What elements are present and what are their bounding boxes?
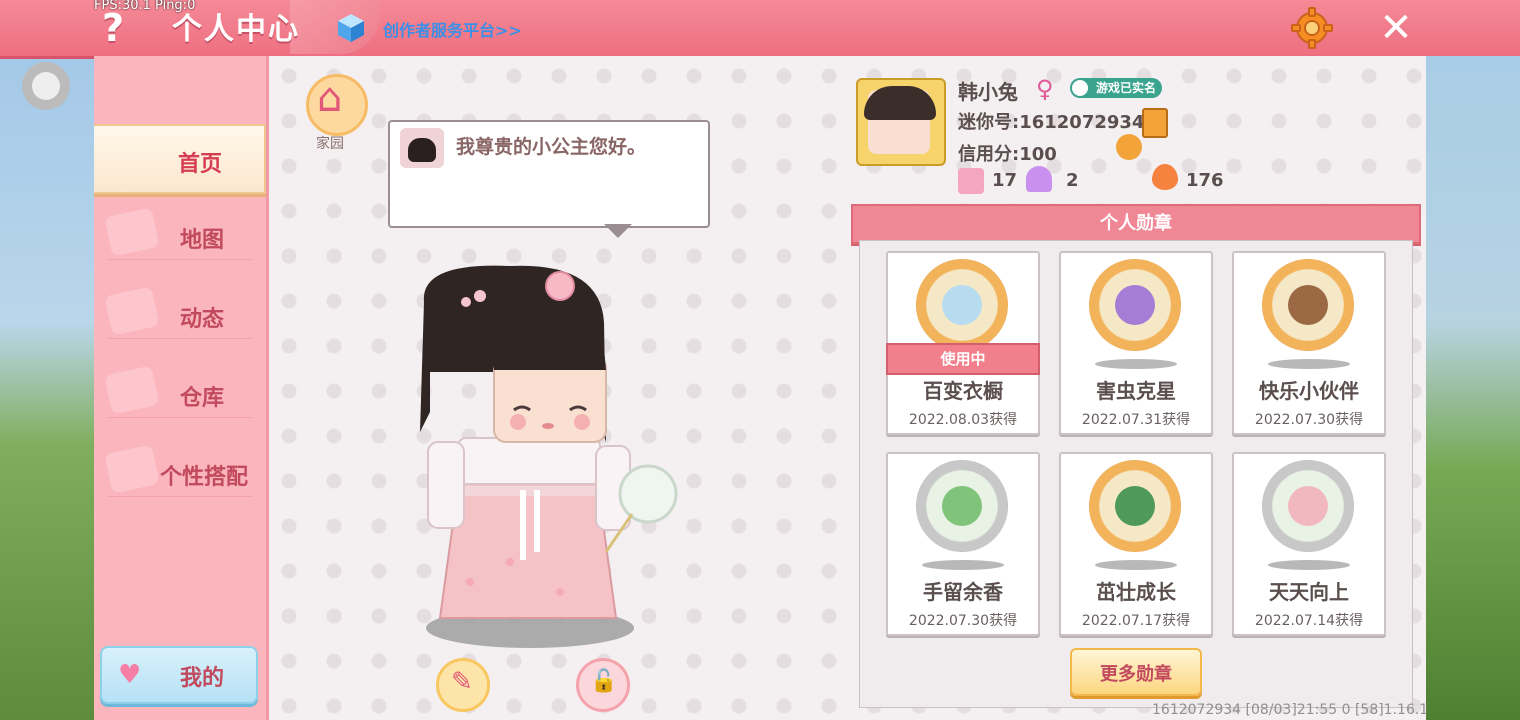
medal-shadow: [1268, 359, 1350, 369]
divider: [108, 338, 252, 339]
build-info: 1612072934 [08/03]21:55 0 [58]1.16.1: [1152, 702, 1429, 718]
calendar-medal-icon: [1262, 460, 1354, 552]
medal-name: 手留余香: [923, 580, 1003, 604]
record-icon[interactable]: [22, 62, 70, 110]
gear-icon[interactable]: [1290, 6, 1334, 50]
sidebar-item-label: 动态: [179, 307, 224, 332]
medal-card[interactable]: 使用中 百变衣橱 2022.08.03获得: [886, 251, 1040, 435]
growth-medal-icon: [1089, 460, 1181, 552]
medal-date: 2022.07.17获得: [1081, 613, 1191, 629]
star-badge-icon: [958, 168, 984, 194]
sidebar-item-label: 首页: [177, 152, 222, 177]
medal-card[interactable]: 茁壮成长 2022.07.17获得: [1059, 452, 1213, 636]
fire-icon: [1152, 164, 1178, 190]
profile-avatar[interactable]: [856, 78, 946, 166]
medal-shadow: [1268, 560, 1350, 570]
medal-date: 2022.07.30获得: [1254, 412, 1364, 428]
mine-button-label: 我的: [180, 666, 225, 691]
medal-name: 天天向上: [1269, 580, 1349, 604]
fps-readout: FPS:30.1 Ping:0: [94, 0, 196, 13]
pest-medal-icon: [1089, 259, 1181, 351]
medal-card[interactable]: 害虫克星 2022.07.31获得: [1059, 251, 1213, 435]
npc-avatar-icon: [400, 128, 444, 168]
divider: [108, 496, 252, 497]
medal-name: 快乐小伙伴: [1259, 379, 1359, 403]
medal-shadow: [1095, 560, 1177, 570]
stat-value: 2: [1066, 170, 1079, 191]
outfit-icon: [104, 444, 160, 494]
divider: [108, 259, 252, 260]
home-label: 家园: [316, 136, 344, 152]
medal-date: 2022.07.30获得: [908, 613, 1018, 629]
person-icon[interactable]: [1116, 134, 1142, 160]
credit-score: 信用分:100: [958, 144, 1057, 165]
stat-value: 17: [992, 170, 1018, 191]
sidebar-item-home[interactable]: 首页: [94, 124, 266, 194]
more-medals-button[interactable]: 更多勋章: [1070, 648, 1202, 696]
medal-shadow: [922, 560, 1004, 570]
cube-icon[interactable]: [336, 12, 366, 44]
home-icon[interactable]: [306, 74, 368, 136]
in-use-badge: 使用中: [886, 343, 1040, 375]
character-avatar[interactable]: [410, 262, 680, 650]
medal-name: 害虫克星: [1096, 379, 1176, 403]
medal-card[interactable]: 快乐小伙伴 2022.07.30获得: [1232, 251, 1386, 435]
fragrance-medal-icon: [916, 460, 1008, 552]
bell-icon: [104, 286, 160, 336]
divider: [108, 417, 252, 418]
mini-id: 迷你号:1612072934: [958, 112, 1145, 133]
medal-card[interactable]: 手留余香 2022.07.30获得: [886, 452, 1040, 636]
title-decoration: [290, 0, 380, 54]
avatar-hair: [864, 86, 936, 120]
medal-name: 茁壮成长: [1096, 580, 1176, 604]
map-icon: [104, 207, 160, 257]
edit-button[interactable]: [436, 658, 490, 712]
mine-button[interactable]: ♥ 我的: [100, 646, 258, 704]
friends-medal-icon: [1262, 259, 1354, 351]
medal-section-title: 个人勋章: [1100, 213, 1172, 234]
cheer-icon: [1026, 166, 1052, 192]
wardrobe-medal-icon: [916, 259, 1008, 351]
close-icon[interactable]: ✕: [1376, 8, 1416, 48]
medal-card[interactable]: 天天向上 2022.07.14获得: [1232, 452, 1386, 636]
stat-value: 176: [1186, 170, 1224, 191]
sidebar: 首页 地图 动态 仓库 个性搭配: [94, 56, 269, 720]
speech-bubble-tail: [604, 224, 632, 238]
unlock-button[interactable]: [576, 658, 630, 712]
box-icon: [104, 365, 160, 415]
background-scenery: [1426, 56, 1520, 720]
more-medals-label: 更多勋章: [1100, 664, 1172, 685]
heart-icon: ♥: [118, 660, 142, 690]
person-check-icon: [1072, 80, 1088, 96]
medal-section-header: 个人勋章: [851, 204, 1421, 244]
sidebar-item-label: 地图: [179, 228, 224, 253]
sidebar-item-label: 仓库: [179, 386, 224, 411]
speech-text: 我尊贵的小公主您好。: [456, 136, 647, 158]
medal-name: 百变衣橱: [923, 379, 1003, 403]
copy-icon[interactable]: [1142, 108, 1168, 138]
female-icon: ♀: [1036, 75, 1054, 103]
medal-date: 2022.08.03获得: [908, 412, 1018, 428]
medal-date: 2022.07.31获得: [1081, 412, 1191, 428]
medal-date: 2022.07.14获得: [1254, 613, 1364, 629]
medal-shadow: [1095, 359, 1177, 369]
top-bar: ? 个人中心 创作者服务平台>> ✕: [0, 0, 1520, 59]
player-name: 韩小兔: [958, 80, 1018, 104]
sidebar-item-label: 个性搭配: [159, 465, 248, 490]
creator-platform-link[interactable]: 创作者服务平台>>: [383, 17, 522, 41]
